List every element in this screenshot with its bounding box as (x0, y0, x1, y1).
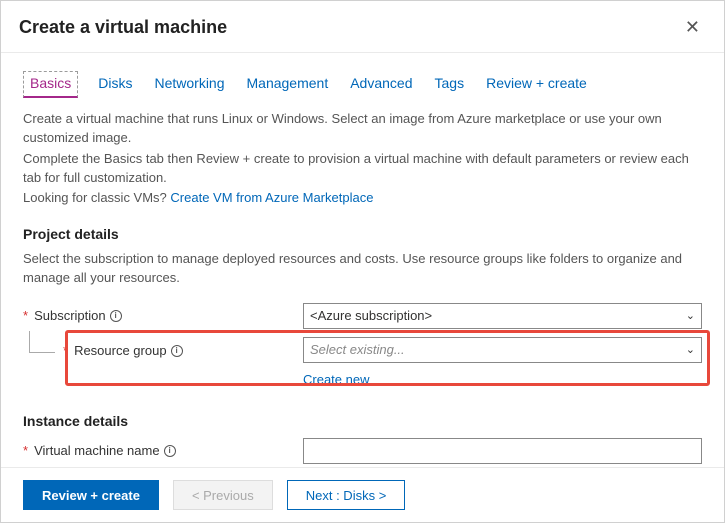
subscription-row: * Subscription i <Azure subscription> ⌄ (23, 302, 702, 330)
intro-text: Create a virtual machine that runs Linux… (23, 110, 702, 208)
tab-basics[interactable]: Basics (23, 71, 78, 98)
review-create-button[interactable]: Review + create (23, 480, 159, 510)
chevron-down-icon: ⌄ (686, 309, 695, 322)
panel-header: Create a virtual machine ✕ (1, 1, 724, 53)
resource-group-select[interactable]: Select existing... ⌄ (303, 337, 702, 363)
vm-name-label-text: Virtual machine name (34, 443, 160, 458)
info-icon[interactable]: i (110, 310, 122, 322)
required-asterisk: * (23, 443, 28, 458)
subscription-label: * Subscription i (23, 308, 303, 323)
chevron-down-icon: ⌄ (686, 343, 695, 356)
tab-advanced[interactable]: Advanced (348, 71, 414, 98)
indent-connector (29, 331, 55, 353)
vm-name-label: * Virtual machine name i (23, 443, 303, 458)
tab-review-create[interactable]: Review + create (484, 71, 589, 98)
vm-name-input[interactable] (303, 438, 702, 464)
create-new-link[interactable]: Create new (303, 372, 369, 387)
tab-disks[interactable]: Disks (96, 71, 134, 98)
info-icon[interactable]: i (171, 345, 183, 357)
resource-group-control: Select existing... ⌄ (303, 337, 702, 363)
close-button[interactable]: ✕ (679, 15, 706, 40)
create-vm-panel: Create a virtual machine ✕ Basics Disks … (0, 0, 725, 523)
project-details-title: Project details (23, 226, 702, 242)
panel-body: Basics Disks Networking Management Advan… (1, 53, 724, 467)
required-asterisk: * (63, 343, 68, 358)
resource-group-placeholder: Select existing... (310, 342, 405, 357)
subscription-select[interactable]: <Azure subscription> ⌄ (303, 303, 702, 329)
resource-group-label-text: Resource group (74, 343, 167, 358)
intro-line-1: Create a virtual machine that runs Linux… (23, 110, 702, 148)
project-details-desc: Select the subscription to manage deploy… (23, 250, 702, 288)
tab-management[interactable]: Management (245, 71, 331, 98)
vm-name-control (303, 438, 702, 464)
marketplace-link[interactable]: Create VM from Azure Marketplace (170, 190, 373, 205)
subscription-control: <Azure subscription> ⌄ (303, 303, 702, 329)
panel-footer: Review + create < Previous Next : Disks … (1, 467, 724, 522)
next-button[interactable]: Next : Disks > (287, 480, 406, 510)
required-asterisk: * (23, 308, 28, 323)
vm-name-row: * Virtual machine name i (23, 437, 702, 465)
resource-group-row: * Resource group i Select existing... ⌄ (23, 336, 702, 364)
resource-group-label: * Resource group i (63, 341, 303, 358)
info-icon[interactable]: i (164, 445, 176, 457)
resource-group-block: * Resource group i Select existing... ⌄ … (23, 336, 702, 387)
panel-title: Create a virtual machine (19, 17, 227, 38)
close-icon: ✕ (685, 17, 700, 37)
previous-button: < Previous (173, 480, 273, 510)
subscription-value: <Azure subscription> (310, 308, 432, 323)
intro-line-3: Looking for classic VMs? Create VM from … (23, 189, 702, 208)
tab-tags[interactable]: Tags (433, 71, 467, 98)
intro-line-2: Complete the Basics tab then Review + cr… (23, 150, 702, 188)
instance-details-title: Instance details (23, 413, 702, 429)
intro-line-3-prefix: Looking for classic VMs? (23, 190, 170, 205)
tab-networking[interactable]: Networking (152, 71, 226, 98)
subscription-label-text: Subscription (34, 308, 106, 323)
tab-bar: Basics Disks Networking Management Advan… (23, 71, 702, 98)
